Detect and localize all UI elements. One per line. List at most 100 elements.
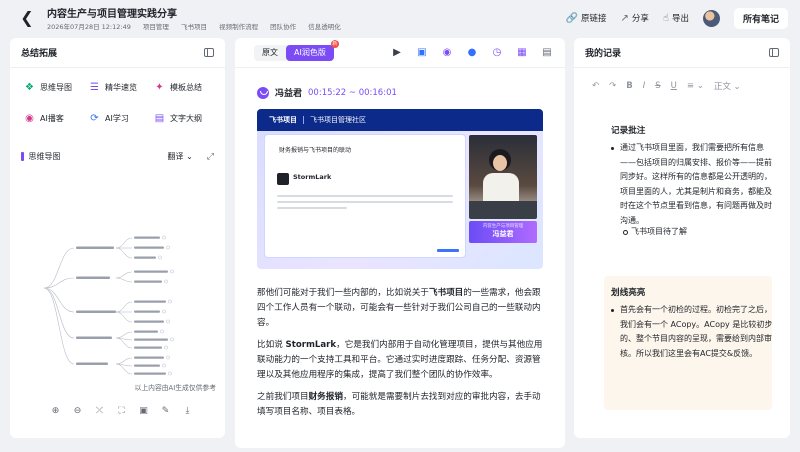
new-badge: 新 (330, 40, 339, 48)
tab-ai-polished[interactable]: AI润色版 新 (286, 40, 339, 61)
slide-text-lines (277, 195, 453, 213)
link-icon: 🔗 (565, 12, 578, 24)
ai-learn-icon: ⟳ (90, 113, 99, 124)
slide-title: 财务报销与飞书项目的联动 (279, 147, 352, 154)
strikethrough-button[interactable]: S (655, 81, 660, 91)
tool-template[interactable]: ✦ 模板总结 (154, 82, 219, 93)
name-card-name: 冯益君 (492, 230, 514, 238)
mindmap-icon: ❖ (25, 82, 34, 93)
undo-icon[interactable]: ↶ (592, 81, 599, 91)
divider (303, 116, 304, 124)
tool-outline[interactable]: ▤ 文字大纲 (154, 113, 219, 124)
transcript-paragraph[interactable]: 比如说 StormLark，它是我们内部用于自动化管理项目，提供与其他应用联动能… (257, 338, 547, 383)
redo-icon[interactable]: ↷ (609, 81, 616, 91)
download-image-icon[interactable]: ▣ (138, 406, 149, 416)
speaker-name-card: 内容生产与项目管理 冯益君 (469, 221, 537, 243)
tool-highlights[interactable]: ☰ 精华速览 (89, 82, 154, 93)
tool-label: 模板总结 (170, 83, 202, 92)
transcript-paragraph[interactable]: 那他们可能对于我们一些内部的，比如说关于飞书项目的一些需求，他会跟四个工作人员有… (257, 286, 547, 331)
tool-label: 精华速览 (105, 83, 137, 92)
outline-icon: ▤ (154, 113, 165, 124)
summary-panel: 总结拓展 ❖ 思维导图 ☰ 精华速览 ✦ 模板总结 ◉ AI播客 ⟳ AI学习 … (10, 38, 225, 438)
image-icon[interactable]: ▦ (516, 47, 528, 58)
date-label: 2026年07月28日 12:12:49 (47, 23, 131, 31)
notes-list[interactable]: 通过飞书项目里面，我们需要把所有信息——包括项目的归属安排、报价等——提前同步好… (611, 141, 776, 228)
media-toolbar: ▶ ▣ ◉ ● ◷ ▦ ▤ (391, 47, 553, 58)
collapse-icon[interactable]: ⤫ (94, 406, 105, 416)
tool-label: AI播客 (40, 114, 64, 123)
zoom-in-icon[interactable]: ⊕ (50, 406, 61, 416)
tag[interactable]: 飞书项目 (181, 23, 207, 31)
text-style-dropdown[interactable]: 正文 ⌄ (714, 80, 741, 92)
slide-footer-mark (437, 249, 459, 252)
highlights-icon: ☰ (90, 82, 99, 93)
video-camera-icon[interactable]: ▶ (391, 47, 403, 58)
speaker-face (493, 155, 507, 171)
chevron-left-icon[interactable]: ❮ (18, 8, 36, 28)
italic-button[interactable]: I (643, 81, 646, 91)
top-bar: ❮ 内容生产与项目管理实践分享 2026年07月28日 12:12:49 项目管… (0, 0, 800, 38)
tool-podcast[interactable]: ◉ AI播客 (24, 113, 89, 124)
align-dropdown[interactable]: ≡ ⌄ (687, 81, 704, 91)
mindmap-canvas[interactable] (24, 168, 214, 376)
transcript-paragraph[interactable]: 之前我们项目财务报销，可能就是需要制片去找到对应的审批内容，去手动填写项目名称、… (257, 390, 547, 420)
hand-pointer-icon: ☝ (662, 12, 669, 24)
tag[interactable]: 信息透明化 (308, 23, 341, 31)
tab-ai-polished-label: AI润色版 (294, 48, 326, 57)
export-button[interactable]: ☝ 导出 (662, 12, 689, 25)
tool-label: 思维导图 (40, 83, 72, 92)
page-title: 内容生产与项目管理实践分享 (47, 9, 177, 20)
tool-label: 文字大纲 (170, 114, 202, 123)
all-notes-button[interactable]: 所有笔记 (733, 7, 788, 29)
tool-mindmap[interactable]: ❖ 思维导图 (24, 82, 89, 93)
view-toggle: 原文 AI润色版 新 (254, 40, 339, 61)
edit-icon[interactable]: ✎ (160, 406, 171, 416)
download-icon[interactable]: ⤓ (182, 406, 193, 416)
speaker-desk (469, 201, 537, 219)
tag[interactable]: 团队协作 (270, 23, 296, 31)
sidebar-toggle-icon[interactable] (204, 48, 214, 57)
document-icon[interactable]: ▤ (541, 47, 553, 58)
zoom-out-icon[interactable]: ⊖ (72, 406, 83, 416)
list-item[interactable]: 通过飞书项目里面，我们需要把所有信息——包括项目的归属安排、报价等——提前同步好… (611, 141, 776, 228)
clock-icon[interactable]: ◷ (491, 47, 503, 58)
meta-row: 2026年07月28日 12:12:49 项目管理 飞书项目 视频制作流程 团队… (47, 21, 351, 31)
summary-panel-title: 总结拓展 (21, 49, 58, 59)
share-button[interactable]: ↗ 分享 (620, 12, 649, 25)
list-item[interactable]: 首先会有一个初检的过程。初检完了之后，我们会有一个 ACopy。ACopy 是比… (611, 303, 776, 361)
timestamp-range[interactable]: 00:15:22 ~ 00:16:01 (308, 88, 397, 98)
bold-button[interactable]: B (626, 81, 632, 91)
mindmap-controls: ⊕ ⊖ ⤫ ⛶ ▣ ✎ ⤓ (50, 406, 193, 416)
share-label: 分享 (631, 14, 649, 24)
translate-dropdown[interactable]: 翻译 ⌄ (168, 151, 193, 162)
tab-original[interactable]: 原文 (254, 45, 286, 61)
people-icon[interactable]: ● (466, 47, 478, 58)
speaker-name: 冯益君 (275, 89, 303, 99)
slide-brand: StormLark (293, 173, 332, 181)
underline-button[interactable]: U (671, 81, 677, 91)
screenshot-icon[interactable]: ▣ (416, 47, 428, 58)
template-icon: ✦ (155, 82, 164, 93)
stormlark-logo (277, 173, 289, 185)
sidebar-toggle-icon[interactable] (769, 48, 779, 57)
avatar[interactable] (702, 9, 720, 27)
tag[interactable]: 视频制作流程 (219, 23, 258, 31)
name-card-subtitle: 内容生产与项目管理 (482, 224, 524, 229)
chat-icon[interactable]: ◉ (441, 47, 453, 58)
transcript-text: 那他们可能对于我们一些内部的，比如说关于飞书项目的一些需求，他会跟四个工作人员有… (257, 286, 547, 427)
highlights-list[interactable]: 首先会有一个初检的过程。初检完了之后，我们会有一个 ACopy。ACopy 是比… (611, 303, 776, 361)
speaker-row: 冯益君 00:15:22 ~ 00:16:01 (257, 86, 397, 99)
top-actions: 🔗 原链接 ↗ 分享 ☝ 导出 所有笔记 (565, 7, 788, 29)
speaker-camera (469, 135, 537, 219)
expand-icon[interactable]: ⤢ (207, 152, 214, 162)
fit-screen-icon[interactable]: ⛶ (116, 406, 127, 416)
tool-ai-learn[interactable]: ⟳ AI学习 (89, 113, 154, 124)
tool-label: AI学习 (105, 114, 129, 123)
tag[interactable]: 项目管理 (143, 23, 169, 31)
feishu-project-logo: 飞书项目 (269, 116, 297, 124)
original-link-button[interactable]: 🔗 原链接 (565, 12, 607, 25)
video-player[interactable]: 飞书项目 飞书项目管理社区 财务报销与飞书项目的联动 StormLark 内容生… (257, 109, 543, 269)
speaker-avatar (257, 86, 269, 99)
list-item[interactable]: 飞书项目待了解 (623, 226, 687, 237)
mindmap-title: 思维导图 (28, 152, 61, 161)
